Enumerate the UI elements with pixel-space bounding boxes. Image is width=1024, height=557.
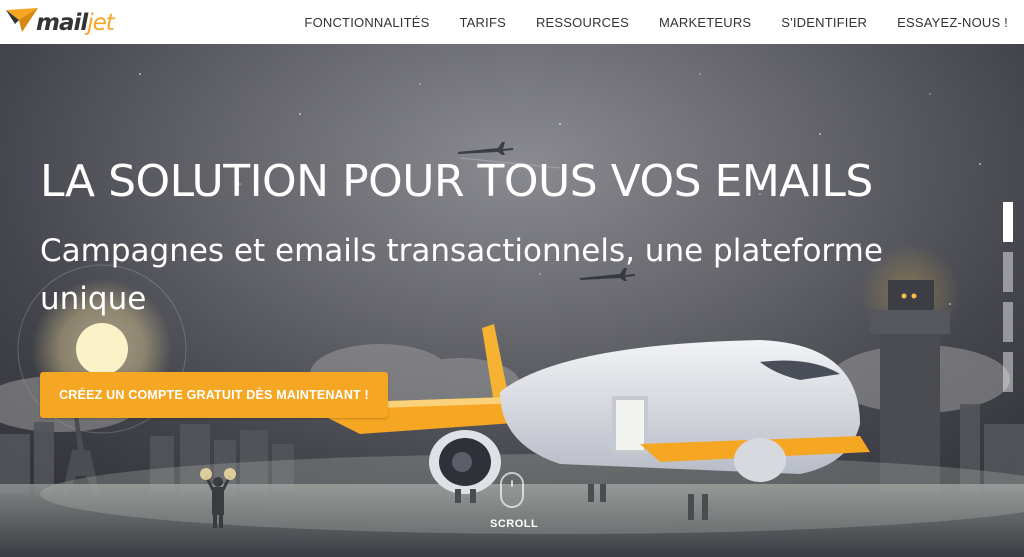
nav-fonctionnalites[interactable]: FONCTIONNALITÉS <box>304 15 429 30</box>
create-free-account-button[interactable]: CRÉEZ UN COMPTE GRATUIT DÈS MAINTENANT ! <box>40 372 388 418</box>
scroll-label: SCROLL <box>490 518 539 530</box>
slide-dot-1[interactable] <box>1003 202 1013 242</box>
hero-title: LA SOLUTION POUR TOUS VOS EMAILS <box>40 156 873 207</box>
logo-wordmark: mailjet <box>36 10 115 36</box>
hero-subtitle: Campagnes et emails transactionnels, une… <box>40 233 883 317</box>
slide-pagination <box>1003 202 1013 402</box>
main-nav: FONCTIONNALITÉS TARIFS RESSOURCES MARKET… <box>274 0 1008 44</box>
nav-ressources[interactable]: RESSOURCES <box>536 15 629 30</box>
nav-sidentifier[interactable]: S'IDENTIFIER <box>781 15 867 30</box>
mailjet-logo[interactable]: mailjet <box>6 6 126 40</box>
nav-tarifs[interactable]: TARIFS <box>460 15 506 30</box>
scroll-mouse-icon <box>500 472 524 508</box>
mailjet-logo-icon <box>6 8 38 32</box>
slide-dot-4[interactable] <box>1003 352 1013 392</box>
slide-dot-2[interactable] <box>1003 252 1013 292</box>
slide-dot-3[interactable] <box>1003 302 1013 342</box>
scroll-indicator[interactable]: SCROLL <box>490 472 539 530</box>
hero-section: LA SOLUTION POUR TOUS VOS EMAILS Campagn… <box>0 44 1024 557</box>
nav-marketeurs[interactable]: MARKETEURS <box>659 15 751 30</box>
sun <box>76 323 128 375</box>
nav-essayez-nous[interactable]: ESSAYEZ-NOUS ! <box>897 15 1008 30</box>
site-header: mailjet FONCTIONNALITÉS TARIFS RESSOURCE… <box>0 0 1024 44</box>
